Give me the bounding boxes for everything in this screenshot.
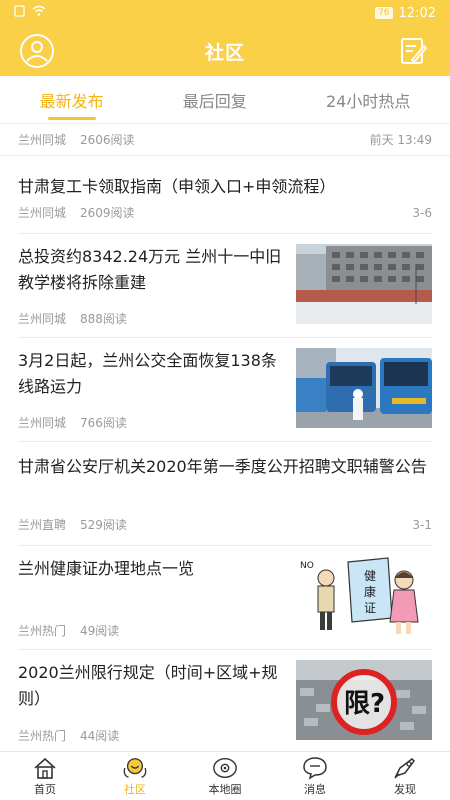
tab-24h-hot[interactable]: 24小时热点 (326, 76, 410, 124)
tab-last-reply[interactable]: 最后回复 (183, 76, 247, 124)
post-source: 兰州热门 (18, 729, 67, 743)
post-title: 总投资约8342.24万元 兰州十一中旧教学楼将拆除重建 (18, 247, 282, 292)
post-source: 兰州热门 (18, 624, 67, 638)
home-icon (32, 756, 58, 780)
nav-local-circle[interactable]: 本地圈 (180, 752, 270, 800)
page-title: 社区 (204, 41, 245, 64)
nav-community[interactable]: 社区 (90, 752, 180, 800)
post-title: 甘肃省公安厅机关2020年第一季度公开招聘文职辅警公告 (18, 457, 427, 476)
list-item[interactable]: 兰州健康证办理地点一览 兰州热门 49阅读 NO 健 康 证 (18, 546, 432, 650)
tab-latest[interactable]: 最新发布 (40, 76, 104, 124)
list-item[interactable]: 2020兰州限行规定（时间+区域+规则） 兰州热门 44阅读 限? (18, 650, 432, 751)
thumb-limit-text: 限? (344, 689, 385, 719)
list-item[interactable]: 甘肃省公安厅机关2020年第一季度公开招聘文职辅警公告 兰州直聘 529阅读 3… (18, 442, 432, 546)
post-time: 3-6 (412, 205, 432, 220)
sign-char-3: 证 (364, 601, 376, 615)
thumb-no-text: NO (300, 561, 314, 571)
status-bar: 76 12:02 (0, 0, 450, 26)
compose-icon[interactable] (394, 32, 432, 70)
post-feed: 兰州同城 2606阅读 前天 13:49 甘肃复工卡领取指南（申领入口+申领流程… (0, 124, 450, 751)
list-item[interactable]: 甘肃复工卡领取指南（申领入口+申领流程） 兰州同城 2609阅读 3-6 (18, 156, 432, 234)
post-reads: 44阅读 (80, 729, 120, 743)
post-title: 3月2日起，兰州公交全面恢复138条线路运力 (18, 351, 277, 396)
post-title: 甘肃复工卡领取指南（申领入口+申领流程） (18, 177, 336, 196)
sign-char-1: 健 (364, 569, 376, 583)
nav-discover[interactable]: 发现 (360, 752, 450, 800)
post-source: 兰州同城 (18, 312, 67, 326)
top-bar: 76 12:02 社区 (0, 0, 450, 76)
sign-char-2: 康 (364, 584, 376, 599)
post-thumbnail (296, 244, 432, 324)
post-title: 2020兰州限行规定（时间+区域+规则） (18, 663, 278, 708)
post-reads: 888阅读 (80, 312, 127, 326)
nav-label: 消息 (304, 782, 326, 796)
community-icon (122, 756, 148, 780)
sim-icon (14, 5, 26, 21)
user-avatar-icon[interactable] (18, 32, 56, 70)
status-time: 12:02 (398, 5, 436, 21)
nav-messages[interactable]: 消息 (270, 752, 360, 800)
post-thumbnail (296, 348, 432, 428)
nav-label: 发现 (394, 782, 416, 796)
list-item[interactable]: 总投资约8342.24万元 兰州十一中旧教学楼将拆除重建 兰州同城 888阅读 (18, 234, 432, 338)
list-item[interactable]: 3月2日起，兰州公交全面恢复138条线路运力 兰州同城 766阅读 (18, 338, 432, 442)
battery-icon: 76 (375, 7, 393, 19)
post-source: 兰州直聘 (18, 518, 67, 532)
local-circle-icon (212, 756, 238, 780)
post-reads: 529阅读 (80, 518, 127, 532)
post-thumbnail: NO 健 康 证 (296, 556, 432, 636)
nav-label: 本地圈 (208, 782, 242, 796)
app-header: 社区 (0, 26, 450, 76)
post-time: 3-1 (412, 517, 432, 532)
nav-label: 社区 (124, 782, 146, 796)
list-item-partial[interactable]: 兰州同城 2606阅读 前天 13:49 (0, 124, 450, 156)
post-source: 兰州同城 (18, 133, 67, 147)
wifi-icon (32, 5, 46, 21)
discover-icon (392, 756, 418, 780)
post-source: 兰州同城 (18, 416, 67, 430)
nav-home[interactable]: 首页 (0, 752, 90, 800)
post-reads: 49阅读 (80, 624, 120, 638)
post-reads: 2609阅读 (80, 206, 135, 220)
nav-label: 首页 (34, 782, 56, 796)
post-thumbnail: 限? (296, 660, 432, 740)
tab-bar: 最新发布 最后回复 24小时热点 (0, 76, 450, 124)
post-reads: 766阅读 (80, 416, 127, 430)
message-icon (302, 756, 328, 780)
post-time: 前天 13:49 (369, 133, 432, 147)
post-title: 兰州健康证办理地点一览 (18, 559, 195, 578)
bottom-nav: 首页 社区 本地圈 消息 发现 (0, 751, 450, 800)
post-reads: 2606阅读 (80, 133, 135, 147)
post-source: 兰州同城 (18, 206, 67, 220)
